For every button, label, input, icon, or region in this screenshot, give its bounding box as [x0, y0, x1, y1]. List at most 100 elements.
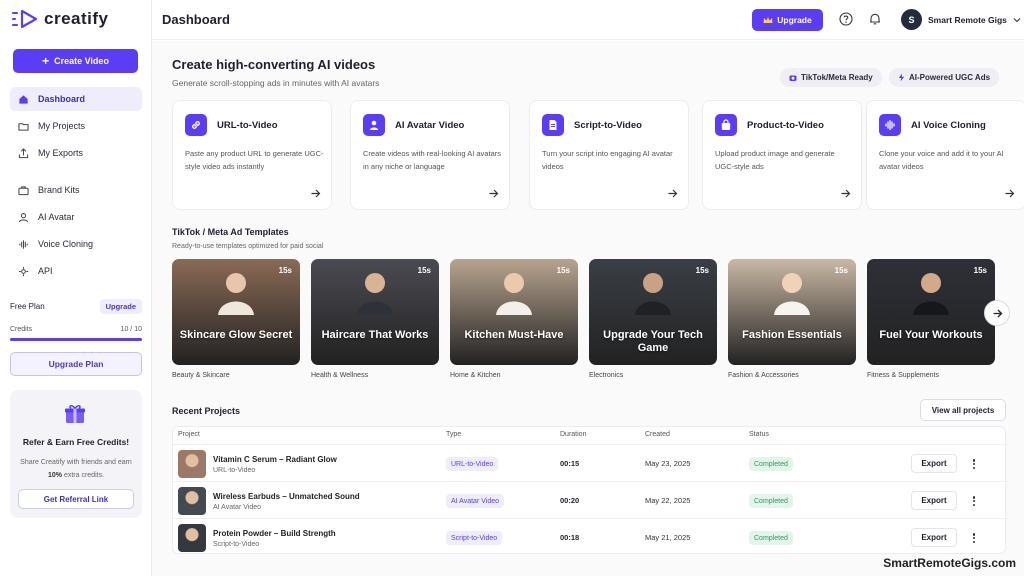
camera-icon — [789, 75, 797, 81]
pill-label: AI-Powered UGC Ads — [909, 73, 991, 82]
upgrade-plan-button[interactable]: Upgrade Plan — [10, 352, 142, 376]
upgrade-button[interactable]: Upgrade — [752, 9, 823, 31]
feature-desc: Upload product image and generate UGC-st… — [715, 149, 835, 171]
view-all-projects-button[interactable]: View all projects — [920, 399, 1006, 421]
feature-card-script-to-video[interactable]: Script-to-Video Turn your script into en… — [529, 100, 689, 210]
project-thumbnail — [178, 450, 206, 478]
project-thumbnail — [178, 487, 206, 515]
project-type-sub: AI Avatar Video — [213, 504, 261, 511]
credits-row: Credits 10 / 10 — [10, 326, 142, 333]
type-badge: AI Avatar Video — [446, 494, 504, 508]
upgrade-label: Upgrade — [777, 15, 812, 25]
sidebar-item-dashboard[interactable]: Dashboard — [10, 87, 142, 111]
template-caption: Fashion Essentials — [742, 329, 842, 341]
feature-title: AI Avatar Video — [395, 120, 465, 131]
template-duration: 15s — [695, 266, 709, 275]
person-thumbnail — [913, 273, 949, 315]
sidebar-item-ai-avatar[interactable]: AI Avatar — [10, 205, 142, 229]
feature-card-url-to-video[interactable]: URL-to-Video Paste any product URL to ge… — [172, 100, 332, 210]
project-name: Wireless Earbuds – Unmatched Sound — [213, 492, 360, 501]
user-name: Smart Remote Gigs — [928, 14, 1007, 25]
carousel-next-button[interactable] — [984, 300, 1010, 326]
sidebar-item-label: Voice Cloning — [38, 239, 94, 249]
more-options-icon[interactable] — [970, 531, 978, 545]
template-duration: 15s — [556, 266, 570, 275]
table-row[interactable]: Vitamin C Serum – Radiant Glow URL-to-Vi… — [173, 444, 1007, 481]
sidebar-item-voice-cloning[interactable]: Voice Cloning — [10, 232, 142, 256]
more-options-icon[interactable] — [970, 494, 978, 508]
create-video-label: Create Video — [54, 56, 109, 66]
status-badge: Completed — [749, 531, 793, 545]
sidebar-item-label: My Projects — [38, 121, 86, 131]
sidebar-item-label: API — [38, 266, 53, 276]
logo-text: creatify — [44, 9, 109, 28]
get-referral-link-button[interactable]: Get Referral Link — [18, 489, 134, 509]
feature-title: Product-to-Video — [747, 120, 824, 131]
sidebar-item-label: Brand Kits — [38, 185, 80, 195]
chevron-down-icon — [1013, 17, 1021, 22]
template-card[interactable]: 15s Fuel Your Workouts — [867, 259, 995, 365]
sidebar: creatify + Create Video Dashboard My Pro… — [0, 0, 152, 576]
feature-card-ai-voice-cloning[interactable]: AI Voice Cloning Clone your voice and ad… — [866, 100, 1024, 210]
help-icon[interactable] — [839, 12, 853, 26]
logo[interactable]: creatify — [12, 9, 108, 29]
person-thumbnail — [496, 273, 532, 315]
created-date: May 23, 2025 — [645, 459, 691, 468]
recent-projects-table: Project Type Duration Created Status Vit… — [172, 426, 1007, 555]
briefcase-icon — [18, 185, 29, 196]
template-card[interactable]: 15s Upgrade Your Tech Game — [589, 259, 717, 365]
user-menu[interactable]: S Smart Remote Gigs — [901, 9, 1021, 30]
status-badge: Completed — [749, 457, 793, 471]
template-category: Health & Wellness — [311, 372, 369, 379]
template-category: Home & Kitchen — [450, 372, 501, 379]
plan-upgrade-button[interactable]: Upgrade — [99, 299, 142, 314]
refer-text-end: extra credits. — [62, 472, 105, 479]
table-row[interactable]: Wireless Earbuds – Unmatched Sound AI Av… — [173, 481, 1007, 518]
person-thumbnail — [635, 273, 671, 315]
export-button[interactable]: Export — [911, 491, 957, 510]
create-video-button[interactable]: + Create Video — [13, 49, 138, 73]
template-card[interactable]: 15s Skincare Glow Secret — [172, 259, 300, 365]
export-button[interactable]: Export — [911, 528, 957, 547]
template-duration: 15s — [278, 266, 292, 275]
gift-icon — [65, 405, 85, 423]
template-card[interactable]: 15s Haircare That Works — [311, 259, 439, 365]
more-options-icon[interactable] — [970, 457, 978, 471]
bell-icon[interactable] — [868, 12, 882, 26]
template-card[interactable]: 15s Fashion Essentials — [728, 259, 856, 365]
templates-title: TikTok / Meta Ad Templates — [172, 227, 289, 237]
sidebar-item-label: Dashboard — [38, 94, 86, 104]
project-type-sub: URL-to-Video — [213, 467, 256, 474]
column-header: Created — [645, 431, 670, 438]
arrow-right-icon — [311, 189, 321, 198]
template-category: Electronics — [589, 372, 624, 379]
link-icon — [185, 114, 207, 136]
duration: 00:18 — [560, 533, 580, 542]
plan-label: Free Plan — [10, 302, 45, 311]
feature-card-ai-avatar-video[interactable]: AI Avatar Video Create videos with real-… — [350, 100, 510, 210]
feature-card-product-to-video[interactable]: Product-to-Video Upload product image an… — [702, 100, 862, 210]
arrow-right-icon — [841, 189, 851, 198]
crown-icon — [763, 17, 773, 23]
duration: 00:15 — [560, 459, 580, 468]
sidebar-item-my-projects[interactable]: My Projects — [10, 114, 142, 138]
export-button[interactable]: Export — [911, 454, 957, 473]
main-content: Create high-converting AI videos Generat… — [152, 41, 1024, 576]
arrow-right-icon — [489, 189, 499, 198]
template-card[interactable]: 15s Kitchen Must-Have — [450, 259, 578, 365]
recent-projects-title: Recent Projects — [172, 406, 241, 416]
template-duration: 15s — [417, 266, 431, 275]
template-duration: 15s — [834, 266, 848, 275]
created-date: May 22, 2025 — [645, 496, 691, 505]
person-thumbnail — [357, 273, 393, 315]
plan-row: Free Plan Upgrade — [10, 299, 142, 314]
table-row[interactable]: Protein Powder – Build Strength Script-t… — [173, 518, 1007, 555]
document-icon — [542, 114, 564, 136]
sidebar-item-my-exports[interactable]: My Exports — [10, 141, 142, 165]
refer-title: Refer & Earn Free Credits! — [22, 437, 130, 447]
shopping-bag-icon — [715, 114, 737, 136]
sidebar-item-api[interactable]: API — [10, 259, 142, 283]
ai-ugc-pill: AI-Powered UGC Ads — [889, 68, 1000, 87]
project-name: Protein Powder – Build Strength — [213, 529, 336, 538]
sidebar-item-brand-kits[interactable]: Brand Kits — [10, 178, 142, 202]
